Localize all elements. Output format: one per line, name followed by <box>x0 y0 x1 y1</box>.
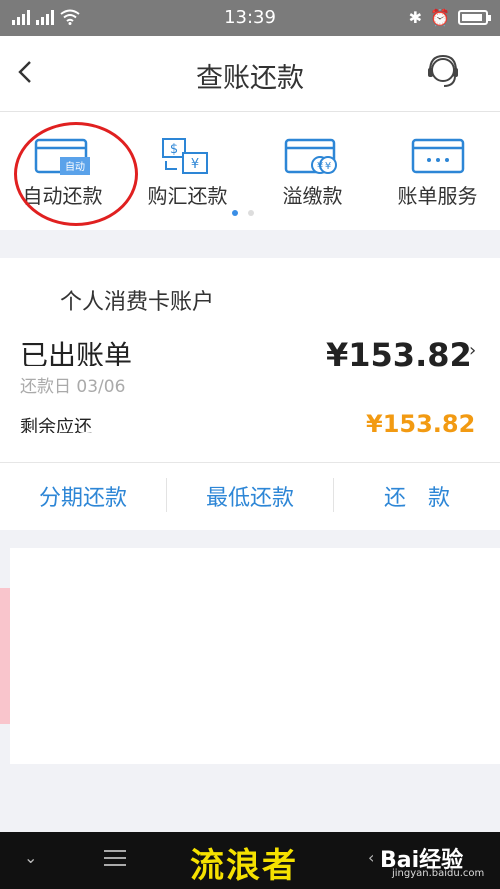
chevron-down-icon[interactable]: ⌄ <box>24 848 37 867</box>
customer-service-icon[interactable] <box>422 50 464 92</box>
bluetooth-icon: ✱ <box>408 8 423 27</box>
bill-title[interactable]: 已出账单 <box>20 334 132 366</box>
installment-button[interactable]: 分期还款 <box>0 480 166 512</box>
chevron-right-icon[interactable]: › <box>469 340 476 361</box>
svg-text:¥: ¥ <box>317 161 323 172</box>
side-strip <box>0 588 10 724</box>
bottom-bar: ⌄ 流浪者 ‹ Bai经验 jingyan.baidu.com <box>0 832 500 889</box>
baidu-url: jingyan.baidu.com <box>392 868 485 879</box>
account-card: 个人消费卡账户 已出账单 ¥153.82 › 还款日 03/06 剩余应还 ¥1… <box>0 258 500 530</box>
bill-service-icon <box>411 138 465 174</box>
svg-text:$: $ <box>170 142 178 157</box>
overpayment-item[interactable]: ¥ ¥ 溢缴款 <box>250 112 375 222</box>
remaining-amount: ¥153.82 <box>366 410 476 434</box>
menu-icon[interactable] <box>104 850 126 871</box>
content-panel <box>10 548 500 764</box>
battery-icon <box>458 10 491 25</box>
nav-bar: 查账还款 <box>0 36 500 112</box>
svg-text:¥: ¥ <box>191 157 199 172</box>
bill-amount[interactable]: ¥153.82 <box>326 336 472 368</box>
due-date: 还款日 03/06 <box>20 377 126 397</box>
watermark-text: 流浪者 <box>190 846 298 886</box>
fx-repay-label: 购汇还款 <box>147 184 228 208</box>
page-indicator <box>232 210 254 216</box>
page-dot <box>248 210 254 216</box>
alarm-icon: ⏰ <box>430 8 450 27</box>
page-dot-active <box>232 210 238 216</box>
red-annotation-circle <box>14 122 138 226</box>
overpayment-card-icon: ¥ ¥ <box>284 138 337 174</box>
status-bar: 13:39 ✱ ⏰ <box>0 0 500 36</box>
chevron-left-icon[interactable]: ‹ <box>368 848 374 867</box>
status-right: ✱ ⏰ <box>408 8 491 27</box>
bill-service-label: 账单服务 <box>397 184 478 208</box>
account-name: 个人消费卡账户 <box>60 290 215 315</box>
fx-repay-item[interactable]: $ ¥ 购汇还款 <box>125 112 250 222</box>
exchange-icon: $ ¥ <box>162 138 208 174</box>
svg-text:¥: ¥ <box>325 161 331 172</box>
minimum-repay-button[interactable]: 最低还款 <box>167 480 333 512</box>
repay-button[interactable]: 还 款 <box>334 480 500 512</box>
overpayment-label: 溢缴款 <box>282 184 343 208</box>
bill-service-item[interactable]: 账单服务 <box>375 112 500 222</box>
remaining-label: 剩余应还 <box>20 417 92 433</box>
divider <box>0 462 500 463</box>
